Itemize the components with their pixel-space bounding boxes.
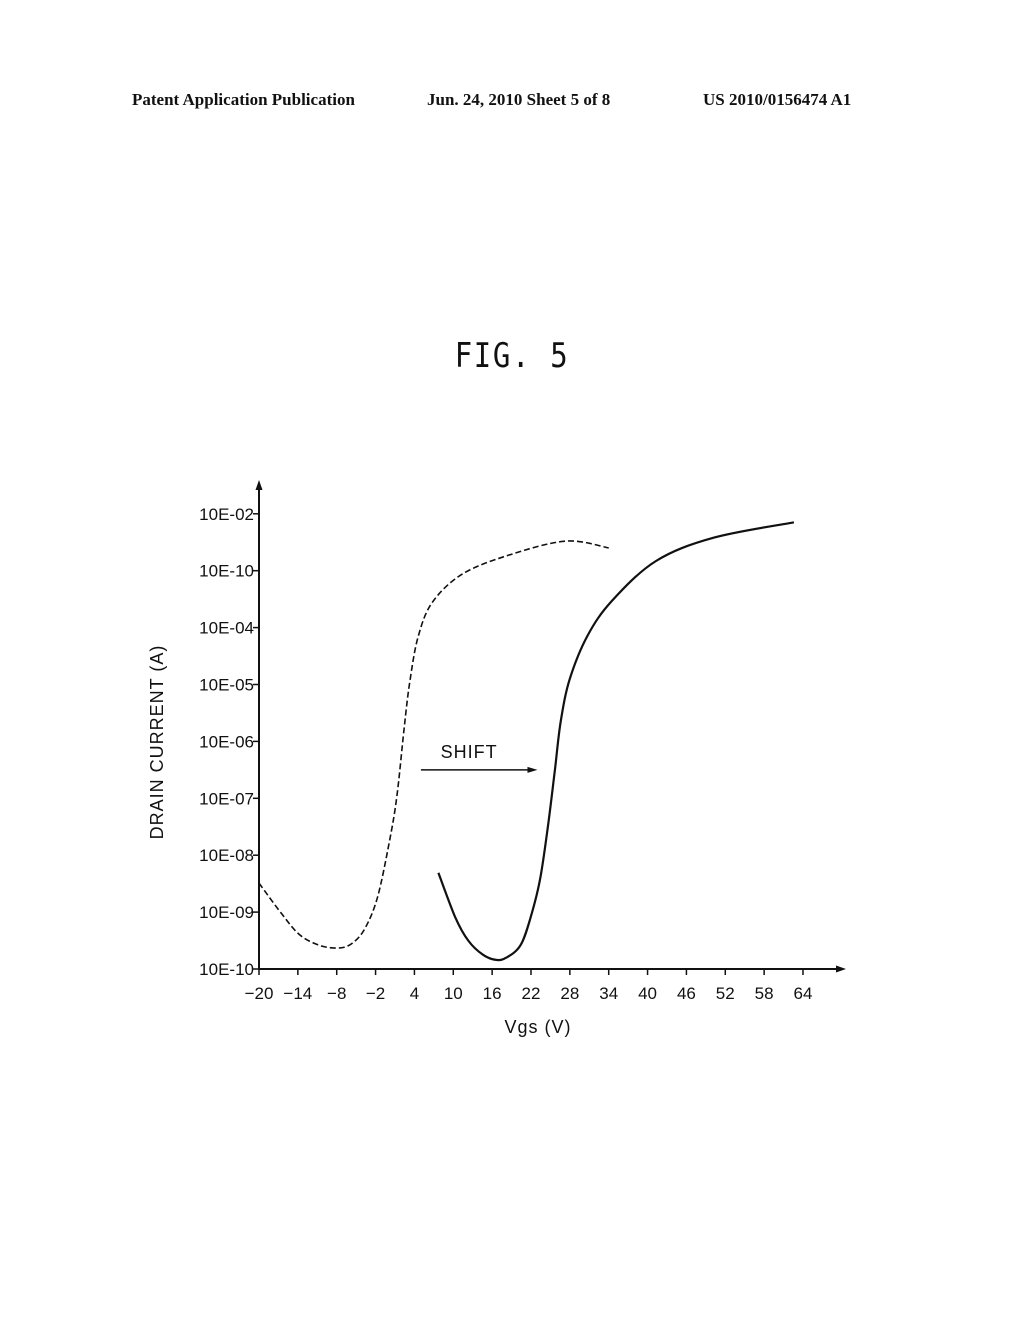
y-axis-label: DRAIN CURRENT (A) (147, 645, 167, 840)
y-axis-arrowhead (255, 480, 263, 490)
y-tick-label: 10E-02 (199, 505, 254, 524)
x-tick-label: −8 (327, 984, 346, 1003)
axes (255, 480, 846, 973)
x-tick-label: 46 (677, 984, 696, 1003)
annotations: SHIFT (420, 742, 538, 773)
y-tick-label: 10E-08 (199, 846, 254, 865)
shift-arrow-head-icon (527, 766, 538, 773)
series (258, 521, 795, 962)
x-tick-label: 16 (483, 984, 502, 1003)
y-tick-label: 10E-04 (199, 619, 254, 638)
x-tick-label: −14 (283, 984, 312, 1003)
x-tick-label: −20 (245, 984, 274, 1003)
x-tick-label: −2 (366, 984, 385, 1003)
y-tick-label: 10E-10 (199, 562, 254, 581)
x-axis-arrowhead (836, 965, 846, 973)
y-ticks: 10E-10 10E-09 10E-08 10E-07 10E-06 10E-05 10E-… (199, 505, 259, 979)
shift-annotation-label: SHIFT (441, 742, 498, 762)
x-axis-label: Vgs (V) (504, 1017, 571, 1037)
x-tick-label: 58 (755, 984, 774, 1003)
y-tick-label: 10E-05 (199, 676, 254, 695)
series-line-before-shift (258, 540, 609, 949)
x-tick-label: 64 (794, 984, 813, 1003)
x-ticks: −20 −14 −8 −2 4 10 16 22 28 34 40 46 52 58 64 (245, 969, 813, 1003)
y-tick-label: 10E-06 (199, 732, 254, 751)
x-tick-label: 28 (560, 984, 579, 1003)
x-tick-label: 40 (638, 984, 657, 1003)
x-tick-label: 34 (599, 984, 618, 1003)
y-tick-label: 10E-07 (199, 789, 254, 808)
x-tick-label: 4 (410, 984, 419, 1003)
x-tick-label: 52 (716, 984, 735, 1003)
y-tick-label: 10E-09 (199, 903, 254, 922)
x-tick-label: 22 (522, 984, 541, 1003)
x-tick-label: 10 (444, 984, 463, 1003)
chart: 10E-10 10E-09 10E-08 10E-07 10E-06 10E-05 10E-… (147, 480, 846, 1037)
y-tick-label: 10E-10 (199, 960, 254, 979)
